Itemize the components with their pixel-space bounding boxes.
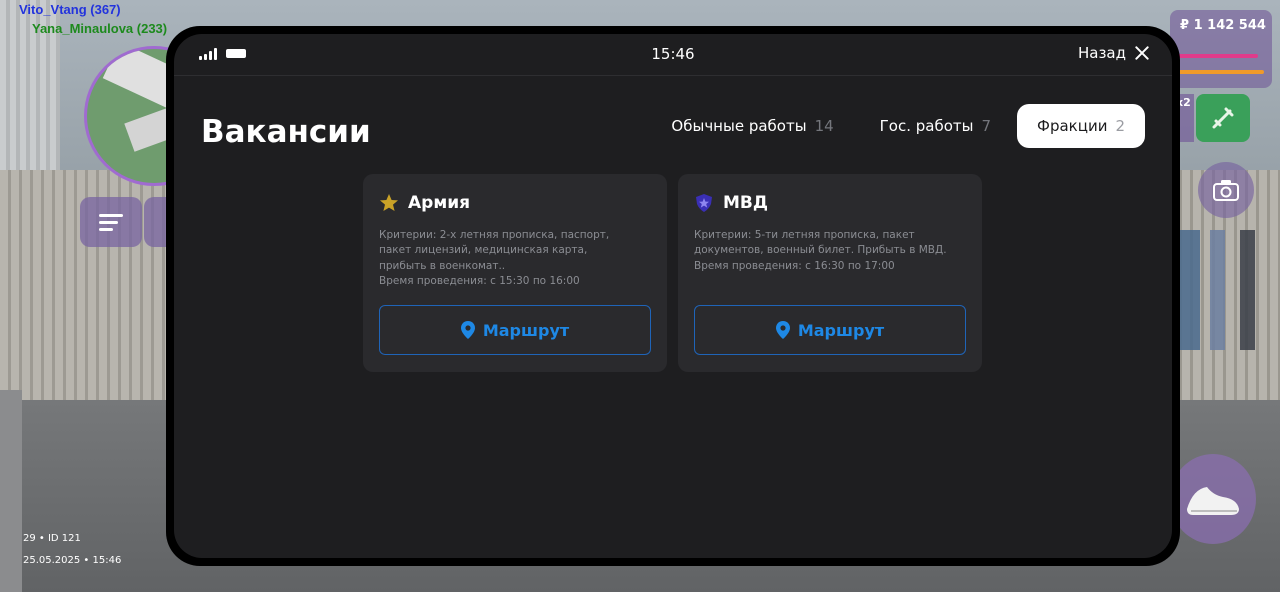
- police-shield-icon: [696, 194, 712, 212]
- card-description: Критерии: 5-ти летняя прописка, пакет до…: [694, 228, 966, 274]
- sprint-button[interactable]: [1170, 454, 1256, 544]
- sneaker-icon: [1187, 487, 1239, 515]
- card-title: МВД: [723, 193, 769, 213]
- player-nametag: Vito_Vtang (367): [19, 2, 121, 17]
- star-icon: [380, 194, 398, 211]
- card-description: Критерии: 2-х летняя прописка, паспорт, …: [379, 228, 651, 290]
- player-nametag: Yana_Minaulova (233): [32, 21, 168, 36]
- vacancy-list: Армия Критерии: 2-х летняя прописка, пас…: [363, 174, 982, 372]
- tab-government-jobs[interactable]: Гос. работы 7: [860, 104, 1011, 148]
- category-tabs: Обычные работы 14 Гос. работы 7 Фракции …: [651, 104, 1145, 148]
- description-line: прибыть в военкомат..: [379, 259, 506, 272]
- description-line: Время проведения: с 15:30 по 16:00: [379, 275, 580, 288]
- tab-count: 14: [814, 117, 834, 135]
- back-label: Назад: [1077, 44, 1126, 62]
- description-line: Время проведения: с 16:30 по 17:00: [694, 259, 895, 272]
- map-pin-icon: [775, 321, 790, 339]
- camera-rotate-icon: [1213, 180, 1239, 201]
- back-button[interactable]: Назад: [1078, 44, 1150, 62]
- phone-screen: 15:46 Назад Вакансии Обычные работы 14 Г…: [174, 34, 1172, 558]
- page-title: Вакансии: [201, 114, 371, 150]
- tab-label: Фракции: [1037, 117, 1108, 135]
- card-title: Армия: [408, 193, 471, 213]
- health-bar: [1178, 54, 1258, 58]
- route-button[interactable]: Маршрут: [379, 305, 651, 355]
- money-panel: ₽ 1 142 544: [1170, 10, 1272, 88]
- description-line: документов, военный билет. Прибыть в МВД…: [694, 244, 947, 257]
- status-time: 15:46: [651, 45, 695, 63]
- clothes-rack: [1180, 230, 1280, 350]
- vacancy-card-mvd: МВД Критерии: 5-ти летняя прописка, паке…: [678, 174, 982, 372]
- menu-button[interactable]: [80, 197, 142, 247]
- description-line: Критерии: 2-х летняя прописка, паспорт,: [379, 229, 610, 241]
- server-info: 29 • ID 121: [23, 533, 81, 544]
- weapon-icon: [1212, 107, 1234, 129]
- route-label: Маршрут: [482, 320, 570, 340]
- route-label: Маршрут: [797, 320, 885, 340]
- vacancy-card-army: Армия Критерии: 2-х летняя прописка, пас…: [363, 174, 667, 372]
- tab-label: Обычные работы: [671, 117, 807, 135]
- card-header: МВД: [694, 193, 768, 213]
- money-value: ₽ 1 142 544: [1180, 18, 1266, 33]
- tab-factions[interactable]: Фракции 2: [1017, 104, 1145, 148]
- card-header: Армия: [379, 193, 470, 213]
- map-pin-icon: [460, 321, 475, 339]
- tab-regular-jobs[interactable]: Обычные работы 14: [651, 104, 853, 148]
- datetime-info: 25.05.2025 • 15:46: [23, 555, 122, 566]
- phone-frame: 15:46 Назад Вакансии Обычные работы 14 Г…: [166, 26, 1180, 566]
- tab-count: 7: [981, 117, 992, 135]
- route-button[interactable]: Маршрут: [694, 305, 966, 355]
- description-line: Критерии: 5-ти летняя прописка, пакет: [694, 229, 915, 241]
- hunger-bar: [1178, 70, 1264, 74]
- tab-count: 2: [1115, 117, 1125, 135]
- camera-button[interactable]: [1198, 162, 1254, 218]
- menu-icon: [99, 210, 123, 235]
- weapon-slot[interactable]: [1196, 94, 1250, 142]
- secondary-hud-button[interactable]: [144, 197, 168, 247]
- status-bar: 15:46 Назад: [174, 34, 1172, 76]
- description-line: пакет лицензий, медицинская карта,: [379, 244, 588, 257]
- pole: [0, 390, 22, 592]
- tab-label: Гос. работы: [879, 117, 974, 135]
- close-icon[interactable]: [1134, 45, 1150, 61]
